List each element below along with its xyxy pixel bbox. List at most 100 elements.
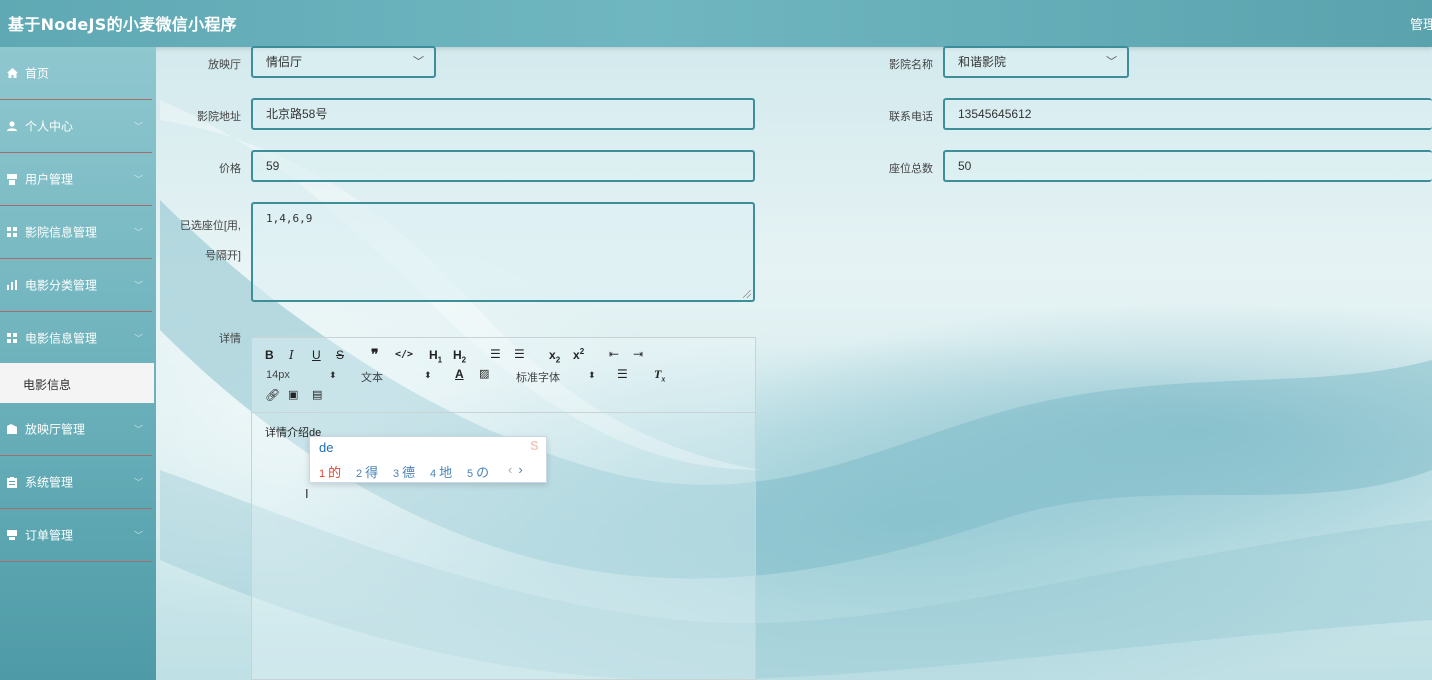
sidebar-item-label: 首页 [25,66,50,81]
link-icon[interactable]: 🔗︎ [265,388,280,402]
hall-select[interactable]: 情侣厅 ﹀ [251,46,436,78]
chevron-down-icon: ﹀ [134,121,144,132]
sidebar-item-label: 电影信息管理 [25,331,98,346]
chevron-down-icon: ﹀ [134,333,144,344]
header-admin-link[interactable]: 管理 [1410,14,1432,33]
chevron-down-icon: ﹀ [134,227,144,238]
chevron-down-icon: ﹀ [134,530,144,541]
paragraph-select[interactable]: 文本 [361,369,383,385]
selected-seats-label-line1: 已选座位[用, [179,220,241,232]
hall-label: 放映厅 [208,59,241,71]
home-icon [6,67,18,79]
chevron-down-icon: ﹀ [134,477,144,488]
heading1-icon[interactable]: H1 [429,348,442,364]
cinema-address-input[interactable]: 北京路58号 [251,98,755,130]
selected-seats-value: 1,4,6,9 [266,212,313,225]
cinema-name-label: 影院名称 [889,59,933,71]
image-icon[interactable]: ▣ [288,388,298,401]
sidebar-item-orders[interactable]: 订单管理 ﹀ [0,509,152,562]
sidebar-item-label: 系统管理 [25,475,74,490]
rich-text-editor: B I U S ❞ </> H1 H2 ☰ ☰ x2 x2 ⇤ ⇥ 14px ⬍… [251,337,756,680]
clear-format-icon[interactable]: Tx [654,367,665,383]
app-title: 基于NodeJS的小麦微信小程序 [8,15,237,34]
ime-candidate[interactable]: 5の [467,462,489,481]
indent-icon[interactable]: ⇥ [633,347,643,361]
resize-grip-icon[interactable] [743,290,751,298]
editor-toolbar: B I U S ❞ </> H1 H2 ☰ ☰ x2 x2 ⇤ ⇥ 14px ⬍… [252,338,755,413]
bar-chart-icon [6,279,18,291]
ime-next-page-icon[interactable]: › [518,462,522,477]
details-label: 详情 [219,333,241,345]
blockquote-icon[interactable]: ❞ [371,347,379,363]
grid-icon [6,226,18,238]
italic-icon[interactable]: I [289,348,294,362]
strikethrough-icon[interactable]: S [336,348,344,362]
sidebar-item-label: 个人中心 [25,119,74,134]
sidebar-item-home[interactable]: 首页 [0,47,152,100]
selected-seats-label-line2: 号隔开] [204,250,241,262]
outdent-icon[interactable]: ⇤ [609,347,619,361]
chevron-down-icon: ﹀ [134,280,144,291]
seat-total-input[interactable]: 50 [943,150,1432,182]
ime-candidate-popup: de S 1的 2得 3德 4地 5の ‹ › [309,436,547,483]
ordered-list-icon[interactable]: ☰ [490,347,501,361]
video-icon[interactable]: ▤ [312,388,322,401]
price-input[interactable]: 59 [251,150,755,182]
cinema-name-select[interactable]: 和谐影院 ﹀ [943,46,1129,78]
sidebar-item-label: 用户管理 [25,172,74,187]
ime-prev-page-icon[interactable]: ‹ [508,462,512,477]
phone-input[interactable]: 13545645612 [943,98,1432,130]
chevron-down-icon: ﹀ [134,174,144,185]
sidebar: 首页 个人中心 ﹀ 用户管理 ﹀ 影院信息管理 ﹀ 电影分类管理 ﹀ 电影信息管… [0,47,156,680]
bullet-list-icon[interactable]: ☰ [514,347,525,361]
chevron-down-icon: ﹀ [134,424,144,435]
font-family-arrow-icon: ⬍ [588,370,596,380]
superscript-icon[interactable]: x2 [573,347,584,362]
heading2-icon[interactable]: H2 [453,348,466,364]
chevron-down-icon: ﹀ [1106,56,1117,68]
sidebar-item-movie-info[interactable]: 电影信息管理 ﹀ [0,312,152,365]
code-icon[interactable]: </> [395,349,413,360]
top-header: 基于NodeJS的小麦微信小程序 管理 [0,0,1432,47]
phone-label: 联系电话 [889,111,933,123]
font-family-select[interactable]: 标准字体 [516,369,560,385]
sidebar-item-label: 放映厅管理 [25,422,86,437]
ime-page-nav: ‹ › [508,462,523,477]
hall-select-value: 情侣厅 [266,55,303,69]
sidebar-item-users[interactable]: 用户管理 ﹀ [0,153,152,206]
bold-icon[interactable]: B [265,348,274,362]
ime-candidate[interactable]: 2得 [356,462,378,481]
font-color-icon[interactable]: A [455,367,464,381]
sidebar-item-label: 订单管理 [25,528,74,543]
sidebar-item-label: 电影分类管理 [25,278,98,293]
sidebar-item-system[interactable]: 系统管理 ﹀ [0,456,152,509]
ime-candidate[interactable]: 4地 [430,462,452,481]
ime-composition-text: de [319,440,334,455]
paragraph-arrow-icon: ⬍ [424,370,432,380]
ime-logo-icon: S [530,438,539,453]
settings-icon [6,476,18,488]
font-size-select[interactable]: 14px [266,369,290,381]
ime-candidate[interactable]: 3德 [393,462,415,481]
selected-seats-textarea[interactable]: 1,4,6,9 [251,202,755,302]
sidebar-item-cinema[interactable]: 影院信息管理 ﹀ [0,206,152,259]
subscript-icon[interactable]: x2 [549,348,560,364]
sidebar-item-profile[interactable]: 个人中心 ﹀ [0,100,152,153]
sidebar-item-movie-category[interactable]: 电影分类管理 ﹀ [0,259,152,312]
align-icon[interactable]: ☰ [617,367,628,381]
selected-seats-label: 已选座位[用, 号隔开] [161,211,241,271]
ime-candidate[interactable]: 1的 [319,462,341,481]
user-manage-icon [6,173,18,185]
sidebar-subitem-movie-info[interactable]: 电影信息 [0,363,154,403]
text-cursor-icon: I [305,486,309,501]
cinema-address-label: 影院地址 [197,111,241,123]
seat-total-label: 座位总数 [889,163,933,175]
cinema-name-select-value: 和谐影院 [958,55,1007,69]
grid-icon [6,332,18,344]
underline-icon[interactable]: U [312,348,321,362]
hall-icon [6,423,18,435]
background-color-icon[interactable]: ▨ [479,367,489,380]
sidebar-item-hall[interactable]: 放映厅管理 ﹀ [0,403,152,456]
font-size-arrow-icon: ⬍ [329,370,337,380]
order-icon [6,529,18,541]
